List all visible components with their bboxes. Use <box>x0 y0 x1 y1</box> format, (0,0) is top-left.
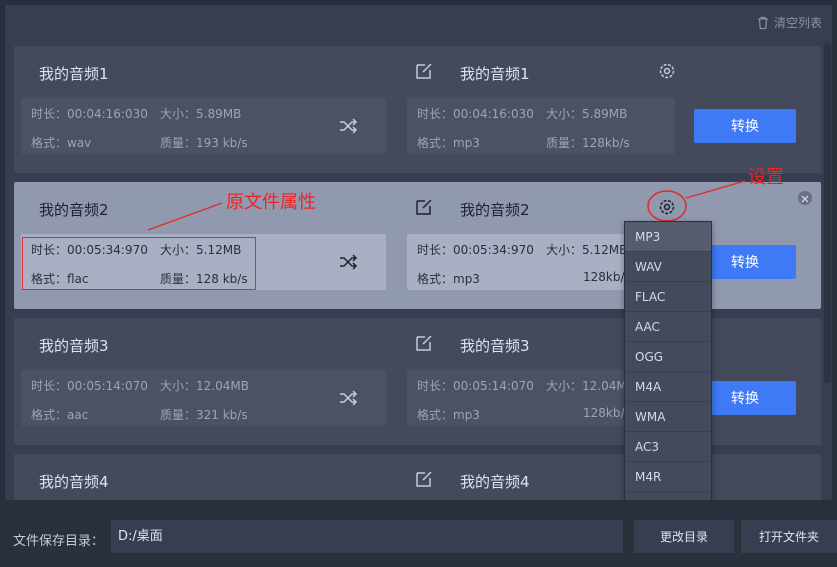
format-option-ac3[interactable]: AC3 <box>625 432 711 462</box>
format-dropdown[interactable]: MP3 WAV FLAC AAC OGG M4A WMA AC3 M4R APE <box>624 221 712 523</box>
format-option-mp3[interactable]: MP3 <box>625 222 711 252</box>
format-option-m4r[interactable]: M4R <box>625 462 711 492</box>
format-option-wma[interactable]: WMA <box>625 402 711 432</box>
save-dir-label: 文件保存目录： <box>13 534 105 549</box>
footer-bar: 文件保存目录： D:/桌面 更改目录 打开文件夹 <box>0 500 837 567</box>
format-option-m4a[interactable]: M4A <box>625 372 711 402</box>
annotation-settings: 设置 <box>748 167 784 188</box>
open-folder-button[interactable]: 打开文件夹 <box>741 520 837 553</box>
annotation-source-properties: 原文件属性 <box>226 192 316 213</box>
format-option-wav[interactable]: WAV <box>625 252 711 282</box>
save-dir-field[interactable]: D:/桌面 <box>111 520 623 553</box>
format-option-aac[interactable]: AAC <box>625 312 711 342</box>
format-option-flac[interactable]: FLAC <box>625 282 711 312</box>
change-dir-button[interactable]: 更改目录 <box>634 520 734 553</box>
format-option-ogg[interactable]: OGG <box>625 342 711 372</box>
